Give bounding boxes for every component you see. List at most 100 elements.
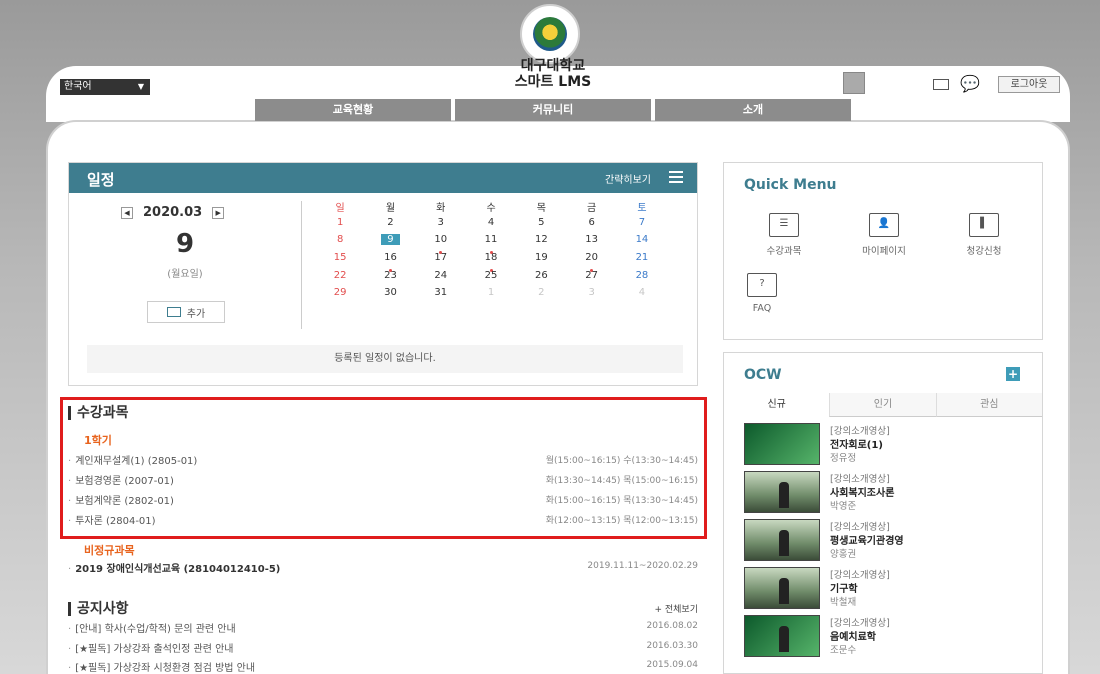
main-nav: 교육현황 커뮤니티 소개 [255,99,851,121]
chat-icon[interactable]: 💬 [960,74,986,93]
site-title[interactable]: 대구대학교 스마트 LMS [498,58,608,90]
ocw-category: [강의소개영상] [830,522,890,533]
course-row[interactable]: · 보험계약론 (2802-01) [68,492,174,507]
calendar-day[interactable]: 8 [315,234,365,252]
notice-row[interactable]: · [안내] 학사(수업/학적) 문의 관련 안내 [68,620,236,635]
ocw-item[interactable]: [강의소개영상] 음예치료학 조문수 [744,615,1034,661]
list-icon[interactable] [669,171,683,183]
notice-date: 2015.09.04 [646,660,698,670]
calendar-day[interactable]: 21 [617,252,667,270]
schedule-title: 일정 [87,171,115,189]
calendar-day[interactable]: 2 [365,217,415,235]
calendar-day[interactable]: 19 [516,252,566,270]
ocw-course-name[interactable]: 기구학 [830,580,858,595]
quick-menu-faq[interactable]: ? FAQ [732,273,792,314]
nav-education[interactable]: 교육현황 [255,99,451,121]
calendar-day[interactable]: 28 [617,270,667,288]
ocw-course-name[interactable]: 전자회로(1) [830,436,883,451]
calendar-day[interactable]: 5 [516,217,566,235]
course-name[interactable]: 2019 장애인식개선교육 (28104012410-5) [75,564,280,575]
course-name[interactable]: 투자론 (2804-01) [75,516,155,527]
mail-icon[interactable] [933,79,949,90]
tab-popular[interactable]: 인기 [829,393,936,417]
tab-interest[interactable]: 관심 [935,393,1042,417]
calendar-day[interactable]: 26 [516,270,566,288]
calendar-day[interactable]: 4 [617,287,667,305]
calendar-day[interactable]: 29 [315,287,365,305]
course-row[interactable]: · 계인재무설계(1) (2805-01) [68,452,197,467]
logout-button[interactable]: 로그아웃 [998,76,1060,93]
simple-view-link[interactable]: 간략히보기 [605,171,651,186]
quick-menu-title: Quick Menu [744,177,837,193]
notice-title[interactable]: [안내] 학사(수업/학적) 문의 관련 안내 [75,624,236,635]
calendar-day[interactable]: 2 [516,287,566,305]
course-row[interactable]: · 투자론 (2804-01) [68,512,156,527]
ocw-author: 정유정 [830,453,857,464]
date-panel: ◀ 2020.03 ▶ 9 (월요일) 추가 [69,193,301,343]
calendar-day[interactable]: 27 [566,270,616,288]
calendar-day[interactable]: 10 [416,234,466,255]
calendar-day[interactable]: 22 [315,270,365,288]
notice-row[interactable]: · [★필독] 가상강좌 시청환경 점검 방법 안내 [68,659,255,674]
calendar-day[interactable]: 16 [365,252,415,272]
course-name[interactable]: 보험계약론 (2802-01) [75,496,174,507]
calendar-day[interactable]: 4 [466,217,516,235]
calendar-day[interactable]: 12 [516,234,566,252]
nav-about[interactable]: 소개 [655,99,851,121]
notice-title[interactable]: [★필독] 가상강좌 시청환경 점검 방법 안내 [75,663,255,674]
quick-menu-mypage[interactable]: 👤 마이페이지 [844,213,924,257]
course-name[interactable]: 보험경영론 (2007-01) [75,476,174,487]
add-schedule-button[interactable]: 추가 [147,301,225,323]
video-thumbnail[interactable] [744,471,820,513]
nonregular-course-row[interactable]: · 2019 장애인식개선교육 (28104012410-5) [68,560,280,575]
prev-month-icon[interactable]: ◀ [121,206,133,219]
view-all-link[interactable]: + 전체보기 [598,602,698,615]
calendar-day[interactable]: 1 [466,287,516,305]
calendar-day[interactable]: 20 [566,252,616,272]
ocw-panel: OCW + 신규 인기 관심 [강의소개영상] 전자회로(1) 정유정 [강의소… [723,352,1043,674]
calendar-day[interactable]: 11 [466,234,516,255]
video-thumbnail[interactable] [744,519,820,561]
calendar-day[interactable]: 30 [365,287,415,305]
notice-row[interactable]: · [★필독] 가상강좌 출석인정 관련 안내 [68,640,233,655]
ocw-course-name[interactable]: 음예치료학 [830,628,876,643]
calendar-day[interactable]: 18 [466,252,516,272]
weekday-header: 화 [436,203,446,214]
ocw-item[interactable]: [강의소개영상] 사회복지조사론 박영준 [744,471,1034,517]
calendar-day[interactable]: 1 [315,217,365,235]
ocw-item[interactable]: [강의소개영상] 전자회로(1) 정유정 [744,423,1034,469]
language-select[interactable]: 한국어 ▼ [60,79,150,95]
calendar-day[interactable]: 6 [566,217,616,235]
calendar-day[interactable]: 15 [315,252,365,270]
calendar-day[interactable]: 24 [416,270,466,288]
quick-menu-audit[interactable]: ▌ 청강신청 [944,213,1024,257]
calendar-day[interactable]: 31 [416,287,466,305]
calendar-day[interactable]: 3 [416,217,466,235]
tab-new[interactable]: 신규 [724,393,830,417]
calendar-day[interactable]: 7 [617,217,667,235]
ocw-item[interactable]: [강의소개영상] 기구학 박철재 [744,567,1034,613]
course-row[interactable]: · 보험경영론 (2007-01) [68,472,174,487]
calendar-day[interactable]: 14 [617,234,667,252]
notice-title[interactable]: [★필독] 가상강좌 출석인정 관련 안내 [75,644,233,655]
video-thumbnail[interactable] [744,567,820,609]
calendar-day[interactable]: 25 [466,270,516,288]
plus-icon[interactable]: + [1006,367,1020,381]
ocw-item[interactable]: [강의소개영상] 평생교육기관경영 양홍권 [744,519,1034,565]
video-thumbnail[interactable] [744,423,820,465]
calendar-day[interactable]: 17 [416,252,466,270]
next-month-icon[interactable]: ▶ [212,206,225,219]
calendar-day[interactable]: 13 [566,234,616,252]
calendar-day-today[interactable]: 9 [365,234,415,252]
calendar-grid: 일 월 화 수 목 금 토 1 2 3 4 5 6 7 8 9 10 11 12… [315,199,675,305]
quick-menu-courses[interactable]: ☰ 수강과목 [744,213,824,257]
nav-community[interactable]: 커뮤니티 [455,99,651,121]
ocw-course-name[interactable]: 평생교육기관경영 [830,532,904,547]
user-icon[interactable] [843,72,865,94]
calendar-day[interactable]: 23 [365,270,415,288]
university-logo[interactable] [520,4,580,64]
video-thumbnail[interactable] [744,615,820,657]
course-name[interactable]: 계인재무설계(1) (2805-01) [75,456,197,467]
ocw-course-name[interactable]: 사회복지조사론 [830,484,894,499]
calendar-day[interactable]: 3 [566,287,616,305]
